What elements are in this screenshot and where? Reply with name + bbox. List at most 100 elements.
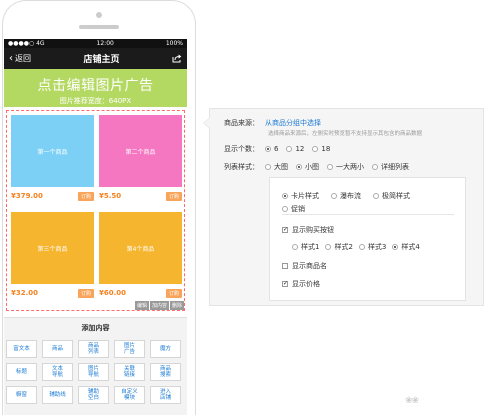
status-bar: ●●●●○ 4G 12:00 100%	[4, 39, 187, 48]
option-label: 大图	[274, 163, 288, 171]
banner-title: 点击编辑图片广告	[37, 78, 154, 94]
add-spacer-button[interactable]: 辅助 空白	[78, 386, 109, 404]
buy-style-2[interactable]: 样式2	[325, 242, 353, 252]
module-edit-tools: 编辑 加内容 删除	[134, 301, 184, 310]
option-label: 一大两小	[336, 163, 364, 171]
option-label: 小图	[305, 163, 319, 171]
count-option-18[interactable]: 18	[312, 145, 330, 153]
radio-icon	[296, 164, 302, 170]
card-style-row: 卡片样式 瀑布流 极简样式	[282, 191, 418, 201]
buy-button[interactable]: 订购	[165, 288, 182, 298]
style-option-mixed[interactable]: 一大两小	[327, 162, 364, 172]
share-icon[interactable]	[172, 54, 182, 63]
add-content-buttons: 富文本 商品 商品 列表 图片 广告 魔方 标题 文本 导航 图片 导航 关联 …	[6, 340, 186, 404]
add-cube-button[interactable]: 魔方	[150, 340, 181, 358]
count-label: 显示个数：	[224, 145, 259, 153]
style-option-small[interactable]: 小图	[296, 162, 319, 172]
buy-button[interactable]: 订购	[165, 191, 182, 201]
card-option-card[interactable]: 卡片样式	[282, 191, 319, 201]
option-label: 促销	[291, 205, 305, 213]
phone-speaker	[79, 25, 119, 29]
add-richtext-button[interactable]: 富文本	[6, 340, 37, 358]
add-enter-store-button[interactable]: 进入 店铺	[150, 386, 181, 404]
option-label: 6	[274, 145, 279, 153]
add-image-nav-button[interactable]: 图片 导航	[78, 363, 109, 381]
product-name: 第一个商品	[37, 148, 68, 156]
add-text-nav-button[interactable]: 文本 导航	[42, 363, 73, 381]
radio-icon	[282, 206, 288, 212]
add-product-list-button[interactable]: 商品 列表	[78, 340, 109, 358]
chevron-left-icon: ‹	[9, 53, 13, 64]
show-name-label: 显示商品名	[292, 262, 327, 270]
image-ad-banner[interactable]: 点击编辑图片广告 图片推荐宽度：640PX	[4, 69, 187, 107]
radio-icon	[327, 164, 333, 170]
option-label: 瀑布流	[340, 192, 361, 200]
count-option-6[interactable]: 6	[265, 145, 278, 153]
count-row: 显示个数： 6 12 18	[224, 144, 338, 154]
source-label: 商品来源：	[224, 119, 259, 127]
checkbox-icon	[282, 227, 288, 233]
product-card[interactable]: 第三个商品 ¥32.00 订购	[11, 212, 94, 298]
show-price-row[interactable]: 显示价格	[282, 279, 320, 289]
show-buy-label: 显示购买按钮	[292, 226, 334, 234]
buy-button[interactable]: 订购	[77, 191, 94, 201]
product-card[interactable]: 第二个商品 ¥5.50 订购	[99, 115, 182, 201]
add-product-search-button[interactable]: 商品 搜索	[150, 363, 181, 381]
buy-style-4[interactable]: 样式4	[392, 242, 420, 252]
buy-button[interactable]: 订购	[77, 288, 94, 298]
card-option-minimal[interactable]: 极简样式	[373, 191, 410, 201]
radio-icon	[265, 164, 271, 170]
product-price: ¥32.00	[11, 289, 39, 297]
back-button[interactable]: ‹ 返回	[9, 53, 31, 64]
add-heading-button[interactable]: 标题	[6, 363, 37, 381]
add-product-button[interactable]: 商品	[42, 340, 73, 358]
style-option-detail[interactable]: 详细列表	[372, 162, 409, 172]
add-image-ad-button[interactable]: 图片 广告	[114, 340, 145, 358]
radio-icon	[312, 146, 319, 152]
show-price-label: 显示价格	[292, 280, 320, 288]
product-price: ¥60.00	[99, 289, 127, 297]
edit-button[interactable]: 编辑	[134, 301, 149, 310]
radio-icon	[392, 244, 399, 250]
card-style-row-2: 促销	[282, 204, 313, 214]
add-content-title: 添加内容	[81, 324, 110, 332]
product-card[interactable]: 第4个商品 ¥60.00 订购	[99, 212, 182, 298]
option-label: 12	[295, 145, 305, 153]
radio-icon	[325, 244, 332, 250]
status-time: 12:00	[96, 40, 114, 47]
product-price: ¥379.00	[11, 192, 43, 200]
card-option-waterfall[interactable]: 瀑布流	[331, 191, 361, 201]
buy-style-3[interactable]: 样式3	[358, 242, 386, 252]
radio-icon	[358, 244, 365, 250]
product-grid[interactable]: 第一个商品 ¥379.00 订购 第二个商品 ¥5.50 订购 第三个商品 ¥32.…	[6, 110, 185, 311]
divider	[282, 214, 454, 215]
add-link-button[interactable]: 关联 链接	[114, 363, 145, 381]
buy-style-1[interactable]: 样式1	[292, 242, 319, 252]
style-option-large[interactable]: 大图	[265, 162, 288, 172]
add-content-button[interactable]: 加内容	[149, 301, 169, 310]
count-option-12[interactable]: 12	[286, 145, 304, 153]
add-custom-module-button[interactable]: 自定义 模块	[114, 386, 145, 404]
show-buy-row[interactable]: 显示购买按钮	[282, 225, 334, 235]
delete-button[interactable]: 删除	[169, 301, 184, 310]
style-row: 列表样式： 大图 小图 一大两小 详细列表	[224, 162, 417, 172]
add-divider-button[interactable]: 辅助线	[42, 386, 73, 404]
option-label: 样式4	[401, 243, 420, 251]
product-image: 第4个商品	[99, 212, 182, 284]
card-option-promo[interactable]: 促销	[282, 204, 305, 214]
source-link[interactable]: 从商品分组中选择	[265, 118, 321, 128]
status-battery: 100%	[165, 40, 183, 47]
add-content-panel: 添加内容 富文本 商品 商品 列表 图片 广告 魔方 标题 文本 导航 图片 导…	[4, 317, 187, 415]
option-label: 18	[321, 145, 331, 153]
source-hint: 选择商品来源后，左侧实时预览暂不支持显示其包含的商品数据	[268, 131, 423, 137]
add-showcase-button[interactable]: 橱窗	[6, 386, 37, 404]
show-name-row[interactable]: 显示商品名	[282, 261, 327, 271]
radio-icon	[286, 146, 293, 152]
product-image: 第三个商品	[11, 212, 94, 284]
nav-bar: ‹ 返回 店铺主页	[4, 48, 187, 69]
page-title: 店铺主页	[83, 55, 120, 65]
checkbox-icon	[282, 263, 288, 269]
product-card[interactable]: 第一个商品 ¥379.00 订购	[11, 115, 94, 201]
radio-icon	[265, 146, 271, 152]
product-price: ¥5.50	[99, 192, 122, 200]
